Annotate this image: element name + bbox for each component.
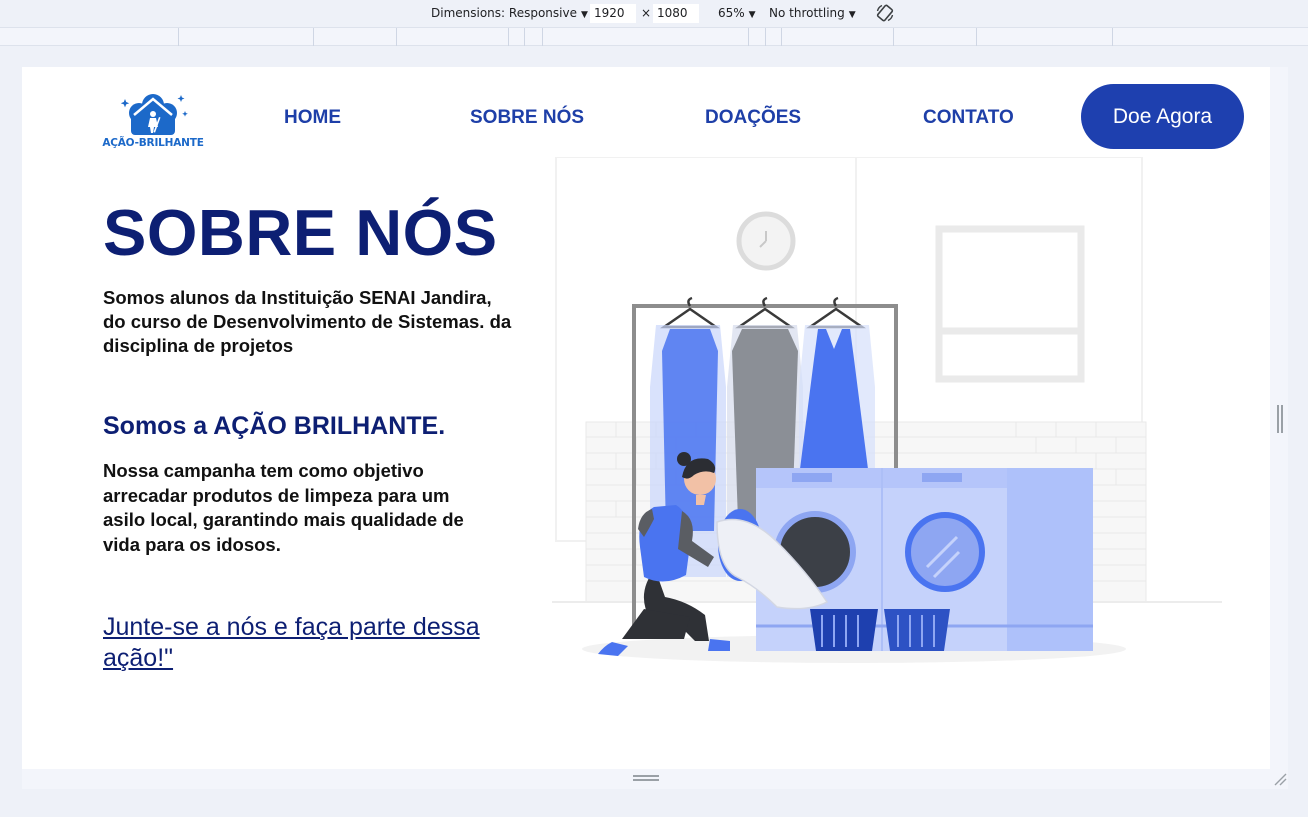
width-input[interactable]: 1920 [590,4,636,23]
laundry-basket [884,609,950,651]
hangers [659,296,867,329]
machine-side [1007,468,1093,651]
control-panel [792,473,832,482]
ruler-tick [178,28,179,46]
dimensions-label: Dimensions: Responsive [431,6,577,20]
chevron-down-icon: ▼ [748,10,756,20]
chevron-down-icon: ▼ [848,10,856,20]
laundry-illustration [552,157,1222,663]
ruler-tick [313,28,314,46]
mission-paragraph: Nossa campanha tem como objetivo arrecad… [103,460,464,555]
join-link[interactable]: Junte-se a nós e faça parte dessa ação!" [103,612,523,674]
media-query-ruler[interactable] [0,27,1308,46]
ruler-tick [893,28,894,46]
ruler-tick [1112,28,1113,46]
page-title: SOBRE NÓS [103,196,498,269]
chevron-down-icon: ▼ [580,10,588,20]
zoom-label: 65% [718,6,745,20]
nav-sobre-nos[interactable]: SOBRE NÓS [470,107,584,129]
laundry-basket [810,609,878,651]
resize-corner-icon[interactable] [1273,772,1287,786]
window [935,225,1085,383]
blue-dress [662,329,718,531]
times-sign: × [641,6,652,20]
ruler-tick [976,28,977,46]
devtools-device-toolbar: Dimensions: Responsive ▼ 1920 × 1080 65% ▼… [0,0,1308,27]
height-input[interactable]: 1080 [653,4,699,23]
ruler-tick [748,28,749,46]
doe-agora-button[interactable]: Doe Agora [1081,84,1244,149]
ruler-tick [396,28,397,46]
site-logo[interactable]: AÇÃO-BRILHANTE [101,91,205,153]
resize-handle-bottom[interactable] [633,775,659,781]
ruler-tick [765,28,766,46]
ruler-tick [542,28,543,46]
machine-door [905,512,985,592]
nav-doacoes[interactable]: DOAÇÕES [705,107,801,129]
house-cleaner-logo-icon [120,94,188,135]
throttling-label: No throttling [769,6,845,20]
campaign-subtitle: Somos a AÇÃO BRILHANTE. [103,412,446,440]
nav-contato[interactable]: CONTATO [923,107,1014,129]
ruler-tick [508,28,509,46]
rotate-device-icon[interactable] [875,3,895,23]
ruler-tick [781,28,782,46]
emulated-viewport: AÇÃO-BRILHANTE HOME SOBRE NÓS DOAÇÕES CO… [22,67,1270,769]
logo-text: AÇÃO-BRILHANTE [102,137,204,149]
nav-home[interactable]: HOME [284,107,341,129]
ruler-tick [524,28,525,46]
throttling-dropdown[interactable]: No throttling ▼ [769,6,856,20]
intro-paragraph: Somos alunos da Instituição SENAI Jandir… [103,287,512,356]
control-panel [922,473,962,482]
zoom-dropdown[interactable]: 65% ▼ [718,6,756,20]
dimensions-dropdown[interactable]: Dimensions: Responsive ▼ [431,6,588,20]
resize-handle-right[interactable] [1277,405,1283,433]
